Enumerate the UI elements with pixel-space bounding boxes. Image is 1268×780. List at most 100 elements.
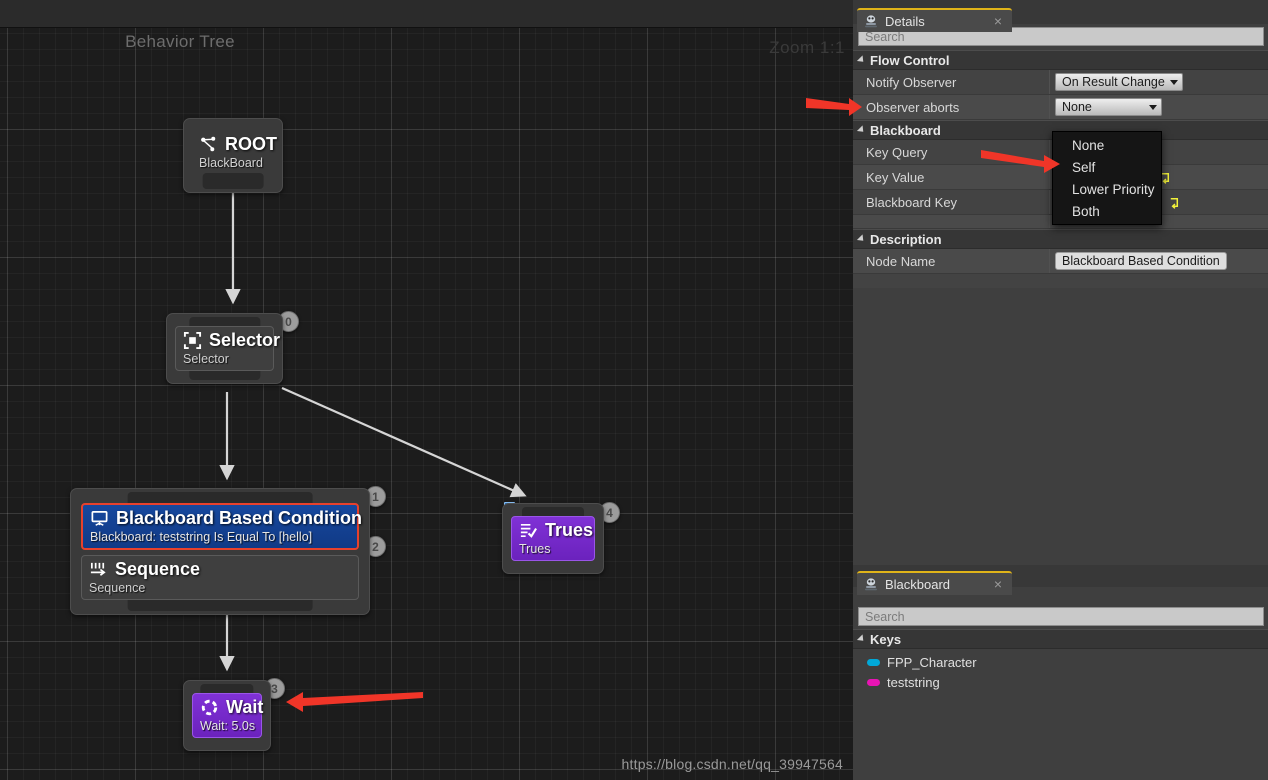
bt-node-wait-title-row: Wait xyxy=(200,697,263,718)
bt-node-sequence-title: Sequence xyxy=(115,559,201,579)
bt-node-sequence-title-row: Sequence xyxy=(89,559,350,580)
blackboard-search-input[interactable]: Search xyxy=(858,607,1264,626)
bt-decorator-blackboard-based-condition[interactable]: Blackboard Based Condition Blackboard: t… xyxy=(81,503,362,550)
bt-node-root-subtitle: BlackBoard xyxy=(199,156,263,170)
dropdown-option-self[interactable]: Self xyxy=(1053,156,1161,178)
reset-to-default-icon[interactable] xyxy=(1168,196,1181,209)
node-name-value: Blackboard Based Condition xyxy=(1062,254,1220,268)
bt-node-selector-subtitle: Selector xyxy=(183,352,229,366)
notify-observer-value: On Result Change xyxy=(1062,75,1165,89)
section-header-keys[interactable]: Keys xyxy=(853,629,1268,649)
bt-node-wait-content: Wait Wait: 5.0s xyxy=(192,693,263,738)
details-body-filler xyxy=(853,274,1268,288)
key-type-chip-icon xyxy=(867,678,880,686)
bt-node-selector-body[interactable]: Selector Selector xyxy=(166,313,283,384)
blackboard-key-item-fpp-character[interactable]: FPP_Character xyxy=(853,652,1268,672)
bt-decorator-title: Blackboard Based Condition xyxy=(116,508,363,528)
details-panel-icon xyxy=(865,15,877,28)
bt-node-selector-title: Selector xyxy=(209,330,281,350)
bt-node-trues[interactable]: 4 Trues Trues xyxy=(502,502,620,574)
prop-label-node-name: Node Name xyxy=(853,249,1050,273)
section-title-keys: Keys xyxy=(870,631,902,647)
bt-node-wait-title: Wait xyxy=(226,697,264,717)
tab-blackboard[interactable]: Blackboard × xyxy=(857,571,1012,595)
tab-details-label: Details xyxy=(885,13,925,29)
prop-label-key-value: Key Value xyxy=(853,165,1050,189)
tab-blackboard-label: Blackboard xyxy=(885,576,951,592)
bt-node-root-title: ROOT xyxy=(225,134,277,154)
section-title-flow-control: Flow Control xyxy=(870,52,950,68)
bt-node-root[interactable]: ROOT BlackBoard xyxy=(183,118,283,193)
chevron-down-icon xyxy=(856,55,867,65)
sequence-icon xyxy=(90,562,106,576)
close-icon[interactable]: × xyxy=(994,576,1006,592)
bt-node-root-title-row: ROOT xyxy=(199,134,277,155)
right-dock: Details × Search Flow Control Notify Obs… xyxy=(853,0,1268,780)
prop-value-node-name: Blackboard Based Condition xyxy=(1050,252,1268,270)
bt-node-trues-subtitle: Trues xyxy=(519,542,551,556)
tab-details[interactable]: Details × xyxy=(857,8,1012,32)
prop-label-key-query: Key Query xyxy=(853,140,1050,164)
bt-node-root-body[interactable]: ROOT BlackBoard xyxy=(183,118,283,193)
observer-aborts-value: None xyxy=(1062,100,1092,114)
chevron-down-icon xyxy=(1169,79,1178,85)
notify-observer-dropdown[interactable]: On Result Change xyxy=(1055,73,1183,91)
close-icon[interactable]: × xyxy=(994,13,1006,29)
prop-spacer-label xyxy=(853,215,1050,228)
dropdown-option-lower-priority[interactable]: Lower Priority xyxy=(1053,178,1161,200)
chevron-down-icon xyxy=(1149,104,1157,110)
section-header-description[interactable]: Description xyxy=(853,229,1268,249)
bt-node-selector-content: Selector Selector xyxy=(175,326,280,371)
node-name-input[interactable]: Blackboard Based Condition xyxy=(1055,252,1227,270)
bt-node-trues-body[interactable]: Trues Trues xyxy=(502,503,604,574)
observer-aborts-dropdown[interactable]: None xyxy=(1055,98,1162,116)
bt-node-sequence-body[interactable]: Blackboard Based Condition Blackboard: t… xyxy=(70,488,370,615)
section-title-blackboard: Blackboard xyxy=(870,122,941,138)
chevron-down-icon xyxy=(856,234,867,244)
bt-node-sequence-content[interactable]: Sequence Sequence xyxy=(81,555,359,600)
prop-value-observer-aborts: None xyxy=(1050,98,1268,116)
decorator-icon xyxy=(91,510,108,526)
selector-icon xyxy=(183,331,202,350)
key-type-chip-icon xyxy=(867,658,880,666)
bt-node-selector[interactable]: 0 Selector Selector xyxy=(166,311,299,384)
bt-node-trues-title: Trues xyxy=(545,520,594,540)
prop-value-notify-observer: On Result Change xyxy=(1050,73,1268,91)
bt-node-wait-subtitle: Wait: 5.0s xyxy=(200,719,256,733)
blackboard-search-placeholder: Search xyxy=(865,609,905,624)
chevron-down-icon xyxy=(856,634,867,644)
wait-icon xyxy=(201,699,218,716)
bt-node-sequence-subtitle: Sequence xyxy=(89,581,146,595)
prop-row-notify-observer[interactable]: Notify Observer On Result Change xyxy=(853,70,1268,95)
watermark-url: https://blog.csdn.net/qq_39947564 xyxy=(621,756,843,772)
blackboard-key-name: FPP_Character xyxy=(887,654,977,670)
bt-decorator-subtitle: Blackboard: teststring Is Equal To [hell… xyxy=(90,530,313,544)
blackboard-panel: Blackboard × Search Keys FPP_Character t… xyxy=(853,565,1268,780)
bt-node-wait-body[interactable]: Wait Wait: 5.0s xyxy=(183,680,271,751)
bt-node-root-content: ROOT BlackBoard xyxy=(192,131,277,180)
dropdown-option-both[interactable]: Both xyxy=(1053,200,1161,222)
section-header-flow-control[interactable]: Flow Control xyxy=(853,50,1268,70)
details-tabbar: Details × xyxy=(853,0,1268,32)
prop-label-observer-aborts: Observer aborts xyxy=(853,95,1050,119)
tree-root-icon xyxy=(201,136,216,152)
prop-label-blackboard-key: Blackboard Key xyxy=(853,190,1050,214)
prop-row-observer-aborts[interactable]: Observer aborts None xyxy=(853,95,1268,120)
observer-aborts-dropdown-menu[interactable]: None Self Lower Priority Both xyxy=(1052,131,1162,225)
bt-node-trues-title-row: Trues xyxy=(519,520,593,541)
bt-node-trues-content: Trues Trues xyxy=(511,516,595,561)
bt-node-wait[interactable]: 3 Wait Wait: 5.0s xyxy=(183,678,285,751)
behavior-tree-graph-canvas[interactable]: Behavior Tree Zoom 1:1 ROOT BlackBoard 0… xyxy=(0,0,853,780)
blackboard-key-item-teststring[interactable]: teststring xyxy=(853,672,1268,692)
prop-row-node-name[interactable]: Node Name Blackboard Based Condition xyxy=(853,249,1268,274)
blackboard-panel-icon xyxy=(865,578,877,591)
blackboard-key-name: teststring xyxy=(887,674,940,690)
blackboard-tabbar: Blackboard × xyxy=(853,565,1268,595)
bt-decorator-title-row: Blackboard Based Condition xyxy=(90,508,362,529)
section-title-description: Description xyxy=(870,231,942,247)
task-icon xyxy=(520,523,537,538)
dropdown-option-none[interactable]: None xyxy=(1053,134,1161,156)
graph-connections xyxy=(219,190,527,672)
bt-node-sequence[interactable]: 1 2 Blackboard Based Condition Blackboar… xyxy=(70,486,386,615)
prop-label-notify-observer: Notify Observer xyxy=(853,70,1050,94)
